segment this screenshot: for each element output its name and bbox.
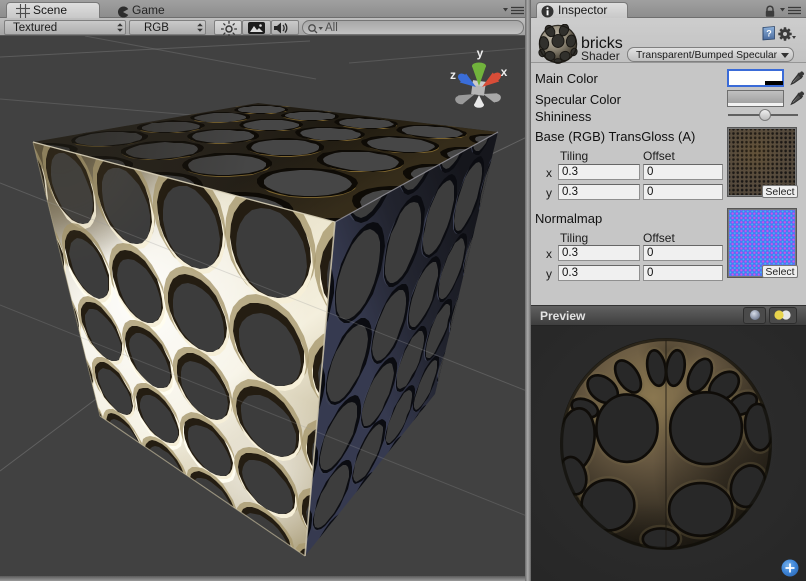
svg-text:y: y <box>477 46 484 60</box>
svg-text:?: ? <box>766 29 772 39</box>
svg-text:z: z <box>450 68 456 82</box>
svg-text:x: x <box>501 65 508 79</box>
